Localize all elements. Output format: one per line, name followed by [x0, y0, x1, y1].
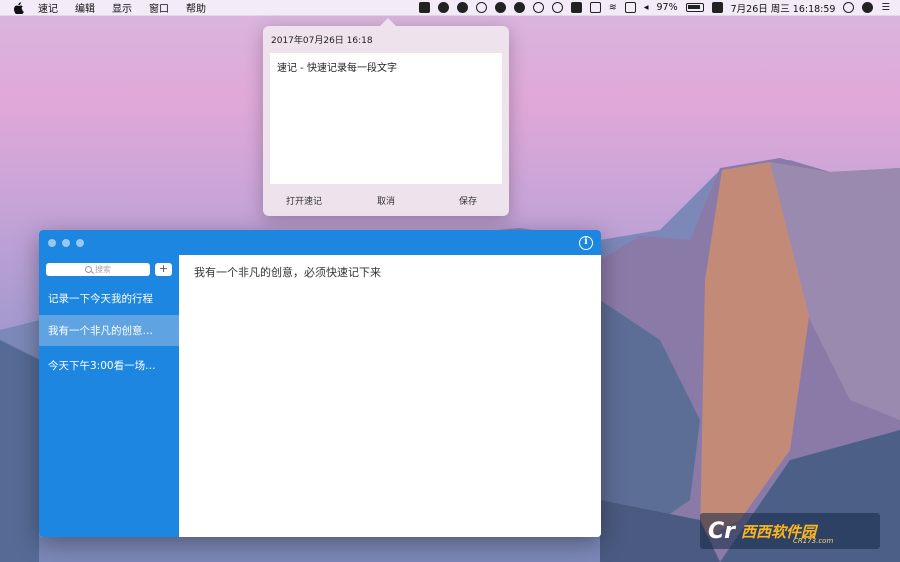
watermark-url: CR173.com: [793, 537, 834, 545]
clock[interactable]: 7月26日 周三 16:18:59: [731, 1, 836, 15]
app-circle-icon[interactable]: [513, 2, 525, 13]
menu-edit[interactable]: 编辑: [75, 0, 95, 15]
popover-date: 2017年07月26日 16:18: [271, 36, 373, 46]
open-app-button[interactable]: 打开速记: [263, 194, 345, 207]
camera-icon[interactable]: [532, 2, 544, 13]
menu-bar: 速记 编辑 显示 窗口 帮助 ≋ ◂ 97% 7月26日 周三 16:18:59…: [0, 0, 900, 16]
menu-app-name[interactable]: 速记: [38, 0, 58, 15]
title-bar[interactable]: i: [39, 230, 601, 255]
close-window-button[interactable]: [48, 239, 56, 247]
wifi-icon[interactable]: ≋: [609, 2, 617, 13]
qq-icon-2[interactable]: [456, 2, 468, 13]
quick-note-status-icon[interactable]: [418, 2, 430, 13]
quick-note-popover: 2017年07月26日 16:18 速记 - 快速记录每一段文字 打开速记 取消…: [263, 18, 509, 216]
search-field[interactable]: 搜索: [46, 263, 150, 276]
menu-help[interactable]: 帮助: [186, 0, 206, 15]
magnifier-status-icon[interactable]: [551, 2, 563, 13]
siri-icon[interactable]: [862, 2, 874, 13]
airplay-icon[interactable]: [624, 2, 636, 13]
status-area: ≋ ◂ 97% 7月26日 周三 16:18:59 ☰: [418, 1, 900, 15]
menu-view[interactable]: 显示: [112, 0, 132, 15]
battery-percent: 97%: [656, 2, 678, 13]
power-icon[interactable]: [475, 2, 487, 13]
watermark-logo: Cr: [708, 518, 735, 544]
info-icon[interactable]: i: [579, 236, 593, 250]
search-icon: [85, 266, 92, 273]
note-list-item[interactable]: 今天下午3:00看一场…: [39, 350, 179, 381]
note-sidebar: 搜索 + 记录一下今天我的行程 我有一个非凡的创意… 今天下午3:00看一场…: [39, 255, 179, 537]
popover-text-area[interactable]: 速记 - 快速记录每一段文字: [270, 53, 502, 184]
site-watermark: Cr 西西软件园 CR173.com: [700, 513, 880, 549]
qq-icon[interactable]: [437, 2, 449, 13]
wechat-icon[interactable]: [494, 2, 506, 13]
zoom-window-button[interactable]: [76, 239, 84, 247]
apple-menu-icon[interactable]: [12, 1, 24, 14]
battery-icon[interactable]: [685, 3, 704, 12]
menu-window[interactable]: 窗口: [149, 0, 169, 15]
note-editor[interactable]: 我有一个非凡的创意，必须快速记下来: [179, 255, 601, 537]
spotlight-icon[interactable]: [843, 2, 855, 13]
note-content[interactable]: 我有一个非凡的创意，必须快速记下来: [194, 264, 381, 280]
note-list-item-selected[interactable]: 我有一个非凡的创意…: [39, 315, 179, 346]
note-list-item[interactable]: 记录一下今天我的行程: [39, 283, 179, 314]
keyboard-status-icon[interactable]: [589, 2, 601, 13]
cancel-button[interactable]: 取消: [345, 194, 427, 207]
app-window: i 搜索 + 记录一下今天我的行程 我有一个非凡的创意… 今天下午3:00看一场…: [39, 230, 601, 537]
calendar-status-icon[interactable]: [570, 2, 582, 13]
volume-icon[interactable]: ◂: [644, 2, 649, 13]
add-note-button[interactable]: +: [155, 263, 172, 276]
search-placeholder: 搜索: [95, 265, 111, 274]
save-button[interactable]: 保存: [427, 194, 509, 207]
notification-center-icon[interactable]: ☰: [881, 2, 890, 13]
note-list: 记录一下今天我的行程 我有一个非凡的创意… 今天下午3:00看一场…: [39, 283, 179, 381]
popover-actions: 打开速记 取消 保存: [263, 194, 509, 207]
minimize-window-button[interactable]: [62, 239, 70, 247]
input-method-icon[interactable]: [711, 2, 723, 13]
